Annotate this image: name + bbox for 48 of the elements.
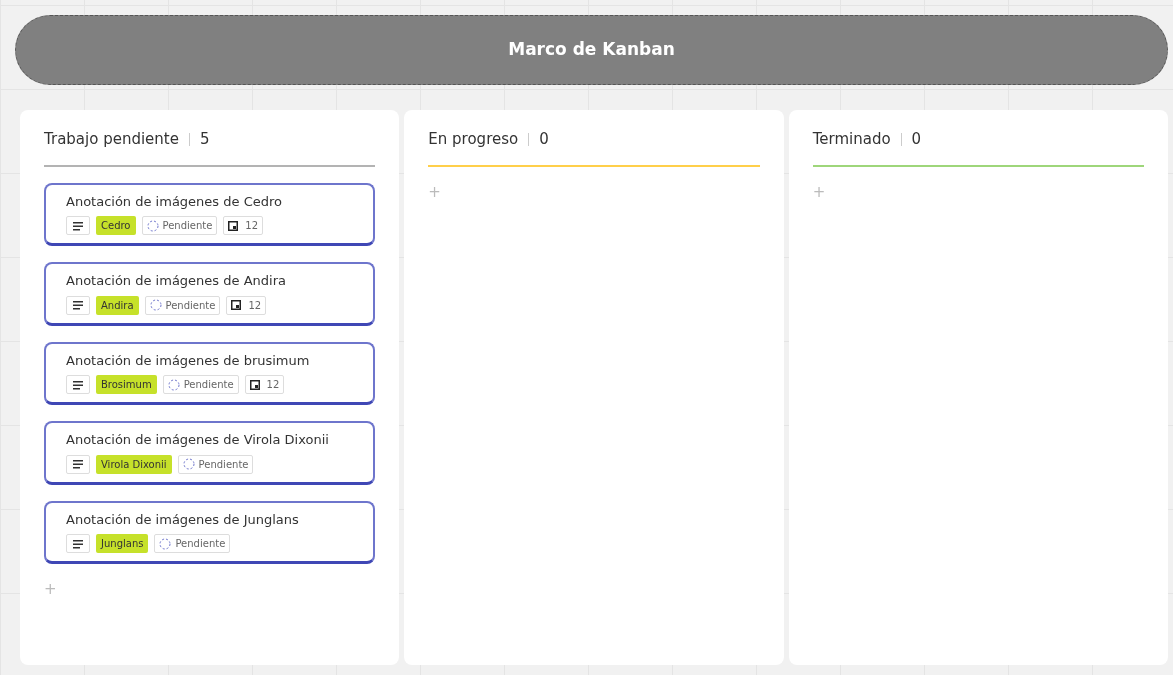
tag-label: Cedro <box>96 216 136 236</box>
card-title: Anotación de imágenes de Virola Dixonii <box>66 431 330 449</box>
description-icon <box>73 459 83 470</box>
dashed-circle-icon <box>146 219 159 232</box>
description-icon <box>73 220 83 231</box>
dashed-circle-icon <box>167 378 180 391</box>
description-chip[interactable] <box>66 216 90 236</box>
description-chip[interactable] <box>66 375 90 395</box>
tag-label: Junglans <box>96 534 149 554</box>
card-title: Anotación de imágenes de brusimum <box>66 351 311 370</box>
status-chip[interactable]: Pendiente <box>154 534 231 554</box>
column-count: 0 <box>911 129 922 150</box>
task-card[interactable]: Anotación de imágenes de Junglans Junglans Pendiente <box>44 500 376 565</box>
task-card[interactable]: Anotación de imágenes de Cedro Cedro Pendiente 12 <box>44 182 376 247</box>
image-icon <box>228 220 239 231</box>
description-chip[interactable] <box>66 454 90 474</box>
image-icon <box>249 379 260 390</box>
description-icon <box>73 379 83 390</box>
image-icon <box>231 300 242 311</box>
card-title: Anotación de imágenes de Junglans <box>66 510 300 529</box>
card-title: Anotación de imágenes de Andira <box>66 272 287 290</box>
column-title: Terminado <box>812 129 891 150</box>
column-count: 0 <box>539 129 549 150</box>
column-count: 5 <box>199 129 210 150</box>
tag-label: Brosimum <box>96 375 157 395</box>
description-icon <box>73 300 83 311</box>
description-chip[interactable] <box>66 295 90 315</box>
status-chip[interactable]: Pendiente <box>177 454 254 474</box>
status-chip[interactable]: Pendiente <box>162 375 239 395</box>
image-count-chip[interactable]: 12 <box>244 375 285 395</box>
column-title: Trabajo pendiente <box>44 129 179 150</box>
dashed-circle-icon <box>149 299 162 312</box>
tag-label: Andira <box>96 295 139 315</box>
task-card[interactable]: Anotación de imágenes de Virola Dixonii Virola Dixonii Pendiente <box>44 421 376 485</box>
status-chip[interactable]: Pendiente <box>141 216 218 236</box>
task-card[interactable]: Anotación de imágenes de brusimum Brosimum Pendiente 12 <box>44 341 376 406</box>
column-title: En progreso <box>428 129 519 150</box>
status-chip[interactable]: Pendiente <box>144 295 221 315</box>
board-title: Marco de Kanban <box>508 38 675 62</box>
description-chip[interactable] <box>66 534 90 554</box>
dashed-circle-icon <box>159 537 172 550</box>
card-title: Anotación de imágenes de Cedro <box>66 192 283 211</box>
task-card[interactable]: Anotación de imágenes de Andira Andira Pendiente 12 <box>44 262 376 326</box>
dashed-circle-icon <box>182 458 195 471</box>
tag-label: Virola Dixonii <box>96 454 172 474</box>
image-count-chip[interactable]: 12 <box>226 295 267 315</box>
description-icon <box>73 538 83 549</box>
image-count-chip[interactable]: 12 <box>223 216 264 236</box>
